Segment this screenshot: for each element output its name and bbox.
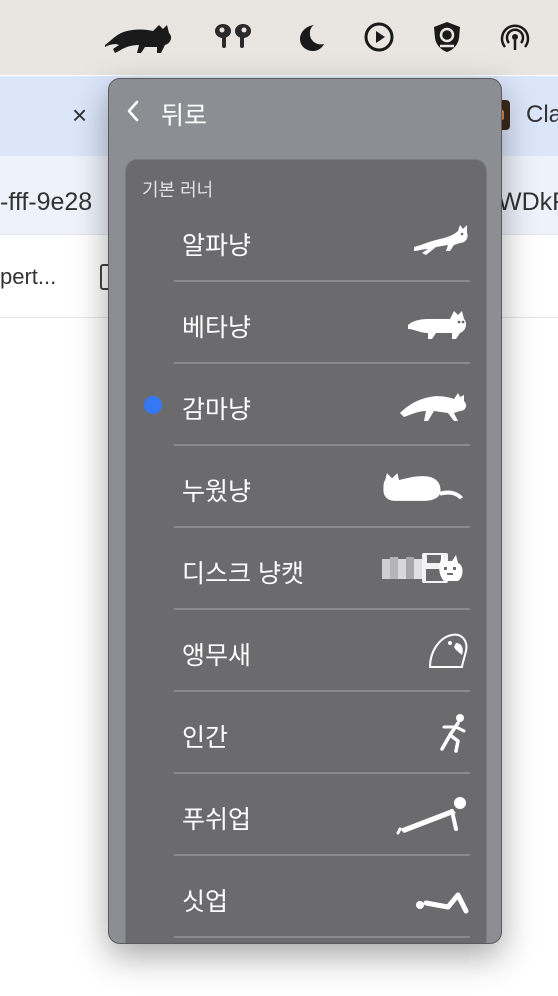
beta-cat-icon xyxy=(380,296,470,350)
runner-item-label: 알파냥 xyxy=(182,232,252,260)
lying-cat-icon xyxy=(380,460,470,514)
runner-item-lying-cat[interactable]: 누웠냥 xyxy=(126,446,486,528)
airdrop-icon[interactable] xyxy=(498,18,532,56)
airpods-icon[interactable] xyxy=(212,18,254,56)
runner-item-label: 디스크 냥캣 xyxy=(182,560,304,588)
parrot-icon xyxy=(380,624,470,678)
url-fragment-left: -fff-9e28 xyxy=(0,188,93,216)
tab-close-icon[interactable]: × xyxy=(72,100,87,131)
runner-item-parrot[interactable]: 앵무새 xyxy=(126,610,486,692)
tab-title[interactable]: Cla xyxy=(526,101,558,129)
runner-item-disk-nyancat[interactable]: 디스크 냥캣 xyxy=(126,528,486,610)
chevron-left-icon xyxy=(127,100,139,122)
runner-item-label: 싯업 xyxy=(182,888,229,916)
play-circle-icon[interactable] xyxy=(362,18,396,56)
runner-item-gamma-cat[interactable]: 감마냥 xyxy=(126,364,486,446)
selected-indicator xyxy=(144,396,162,414)
focus-moon-icon[interactable] xyxy=(294,18,328,56)
runner-menu: 뒤로 기본 러너 알파냥 베타냥 감마냥 누웠냥 디스크 냥캣 앵무새 인간 푸… xyxy=(108,78,502,944)
runner-item-beta-cat[interactable]: 베타냥 xyxy=(126,282,486,364)
runner-item-label: 누웠냥 xyxy=(182,478,252,506)
running-human-icon xyxy=(380,706,470,760)
runner-item-pushup[interactable]: 푸쉬업 xyxy=(126,774,486,856)
runner-item-alpha-cat[interactable]: 알파냥 xyxy=(126,200,486,282)
runner-item-label: 앵무새 xyxy=(182,642,252,670)
url-fragment-right: WDkF xyxy=(498,188,558,216)
separator xyxy=(174,936,470,938)
runner-item-label: 베타냥 xyxy=(182,314,252,342)
pushup-icon xyxy=(380,788,470,842)
menu-bar xyxy=(0,0,558,75)
situp-icon xyxy=(380,870,470,924)
runner-item-label: 감마냥 xyxy=(182,396,252,424)
gamma-cat-icon xyxy=(380,378,470,432)
back-button[interactable]: 뒤로 xyxy=(109,79,501,141)
bookmark-item[interactable]: pert... xyxy=(0,264,56,290)
security-shield-icon[interactable] xyxy=(430,18,464,56)
section-label: 기본 러너 xyxy=(142,180,214,200)
runner-item-human[interactable]: 인간 xyxy=(126,692,486,774)
runner-item-situp[interactable]: 싯업 xyxy=(126,856,486,938)
runner-submenu: 기본 러너 알파냥 베타냥 감마냥 누웠냥 디스크 냥캣 앵무새 인간 푸쉬업 … xyxy=(125,159,487,943)
runner-item-label: 인간 xyxy=(182,724,229,752)
runcat-cat-icon[interactable] xyxy=(100,18,176,56)
runner-item-label: 푸쉬업 xyxy=(182,806,252,834)
disk-nyancat-icon xyxy=(380,542,470,596)
alpha-cat-icon xyxy=(380,214,470,268)
back-label: 뒤로 xyxy=(161,102,208,130)
